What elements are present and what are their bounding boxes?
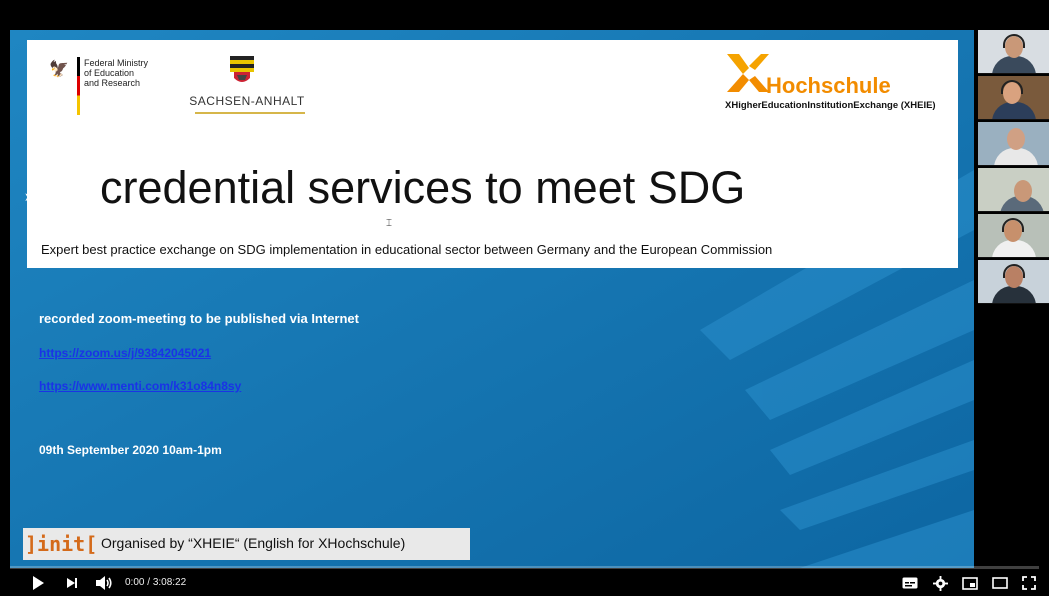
settings-icon[interactable] (930, 572, 950, 594)
event-date: 09th September 2020 10am-1pm (39, 443, 222, 457)
participant-video (978, 260, 1049, 304)
play-icon[interactable] (28, 572, 48, 594)
slide-header-box: 🦅 Federal Ministry of Education and Rese… (27, 40, 958, 268)
theater-icon[interactable] (990, 572, 1010, 594)
participant-video (978, 76, 1049, 120)
xhochschule-subtitle: XHigherEducationInstitutionExchange (XHE… (725, 100, 936, 111)
coat-of-arms-icon (230, 56, 254, 82)
sachsen-underline (195, 112, 305, 114)
subtitles-icon[interactable] (900, 572, 920, 594)
x-logo-icon (727, 54, 769, 92)
participant-video (978, 168, 1049, 212)
init-logo: ]init[ (25, 532, 98, 556)
text-cursor-icon: ⌶ (386, 218, 392, 229)
participant-video (978, 122, 1049, 166)
xhochschule-title: Hochschule (766, 73, 891, 98)
time-display: 0:00 / 3:08:22 (125, 577, 186, 588)
participant-video (978, 30, 1049, 74)
meeting-note: recorded zoom-meeting to be published vi… (39, 311, 359, 326)
fullscreen-icon[interactable] (1019, 572, 1039, 594)
miniplayer-icon[interactable] (960, 572, 980, 594)
slide-subtitle: Expert best practice exchange on SDG imp… (41, 242, 773, 257)
video-player[interactable]: 🦅 Federal Ministry of Education and Rese… (0, 0, 1049, 596)
volume-icon[interactable] (93, 572, 115, 594)
xhochschule-logo: Hochschule XHigherEducationInstitutionEx… (725, 52, 955, 122)
eagle-icon: 🦅 (49, 61, 69, 78)
player-controls: 0:00 / 3:08:22 (0, 569, 1049, 596)
next-icon[interactable] (62, 572, 82, 594)
organiser-text: Organised by “XHEIE“ (English for XHochs… (101, 535, 406, 551)
participant-strip (978, 30, 1049, 320)
mouse-pointer-icon: ➤ (24, 190, 35, 204)
duration: 3:08:22 (152, 577, 187, 588)
bmbf-logo-text: Federal Ministry of Education and Resear… (84, 58, 149, 88)
zoom-link[interactable]: https://zoom.us/j/93842045021 (39, 346, 211, 360)
organiser-banner: ]init[ Organised by “XHEIE“ (English for… (23, 528, 470, 560)
sachsen-anhalt-logo: SACHSEN-ANHALT (177, 56, 317, 120)
participant-video (978, 214, 1049, 258)
menti-link[interactable]: https://www.menti.com/k31o84n8sy (39, 379, 241, 393)
current-time: 0:00 (125, 577, 145, 588)
time-separator: / (144, 577, 153, 588)
sachsen-anhalt-text: SACHSEN-ANHALT (189, 94, 305, 108)
bmbf-logo: 🦅 Federal Ministry of Education and Rese… (49, 57, 159, 127)
german-flag-bar (77, 57, 80, 115)
slide-title: credential services to meet SDG (100, 162, 746, 213)
video-frame-slide[interactable]: 🦅 Federal Ministry of Education and Rese… (10, 30, 974, 568)
